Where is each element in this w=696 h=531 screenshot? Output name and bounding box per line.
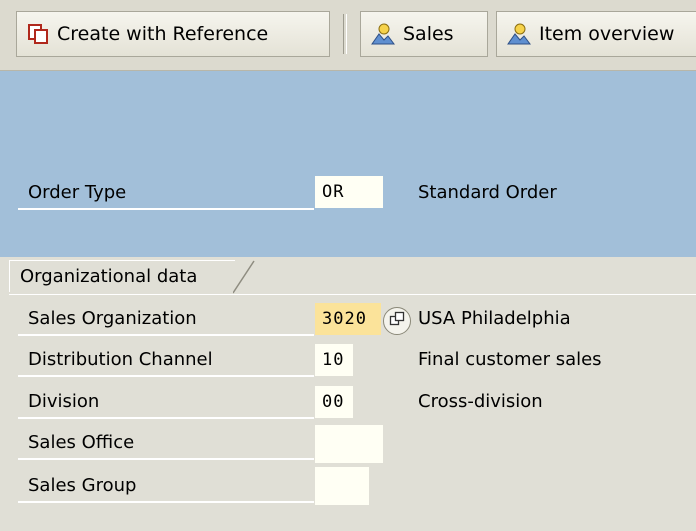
item-overview-button[interactable]: Item overview	[496, 11, 696, 57]
sales-label: Sales	[403, 23, 454, 45]
value-help-icon	[389, 311, 405, 332]
create-with-reference-button[interactable]: Create with Reference	[16, 11, 330, 57]
toolbar-separator	[343, 14, 347, 54]
division-description: Cross-division	[418, 391, 543, 412]
item-overview-label: Item overview	[539, 23, 675, 45]
distribution-channel-field[interactable]: 10	[315, 344, 353, 376]
sales-office-field[interactable]	[315, 425, 383, 463]
distribution-channel-description: Final customer sales	[418, 349, 602, 370]
division-label: Division	[18, 385, 314, 419]
value-help-button[interactable]	[383, 307, 411, 335]
org-data-tab: Organizational data	[9, 260, 255, 294]
sales-org-field[interactable]: 3020	[315, 303, 381, 335]
header-panel	[0, 71, 696, 257]
sales-group-field[interactable]	[315, 467, 369, 505]
sales-office-label: Sales Office	[18, 426, 314, 460]
distribution-channel-label: Distribution Channel	[18, 343, 314, 377]
sales-org-label: Sales Organization	[18, 302, 314, 336]
person-mountain-icon	[507, 22, 531, 46]
tab-slant-edge	[233, 260, 255, 294]
person-mountain-icon	[371, 22, 395, 46]
order-type-label: Order Type	[18, 176, 314, 210]
copy-document-icon	[27, 23, 49, 45]
sales-org-description: USA Philadelphia	[418, 308, 571, 329]
sales-group-label: Sales Group	[18, 469, 314, 503]
order-type-description: Standard Order	[418, 182, 557, 203]
order-type-field[interactable]: OR	[315, 176, 383, 208]
sales-button[interactable]: Sales	[360, 11, 488, 57]
org-data-frame	[9, 294, 696, 295]
application-toolbar: Create with Reference Sales Item overvie…	[0, 0, 696, 71]
division-field[interactable]: 00	[315, 386, 353, 418]
create-with-reference-label: Create with Reference	[57, 23, 269, 45]
org-data-tab-label: Organizational data	[9, 260, 235, 292]
